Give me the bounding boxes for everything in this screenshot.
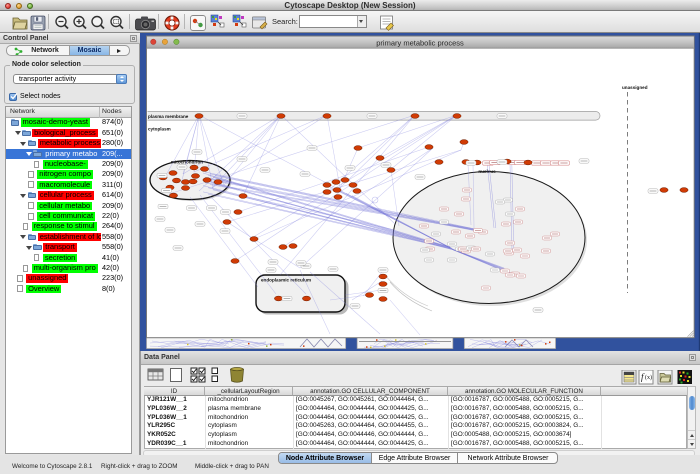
svg-text:(x): (x) [645, 374, 652, 381]
svg-text:nucleus: nucleus [478, 169, 496, 174]
svg-text:primary metabolic process: primary metabolic process [376, 39, 464, 48]
svg-text:endoplasmic reticulum: endoplasmic reticulum [261, 278, 311, 283]
svg-text:unassigned: unassigned [622, 85, 648, 90]
svg-text:cytoplasm: cytoplasm [148, 127, 171, 132]
svg-text:plasma membrane: plasma membrane [148, 114, 189, 119]
